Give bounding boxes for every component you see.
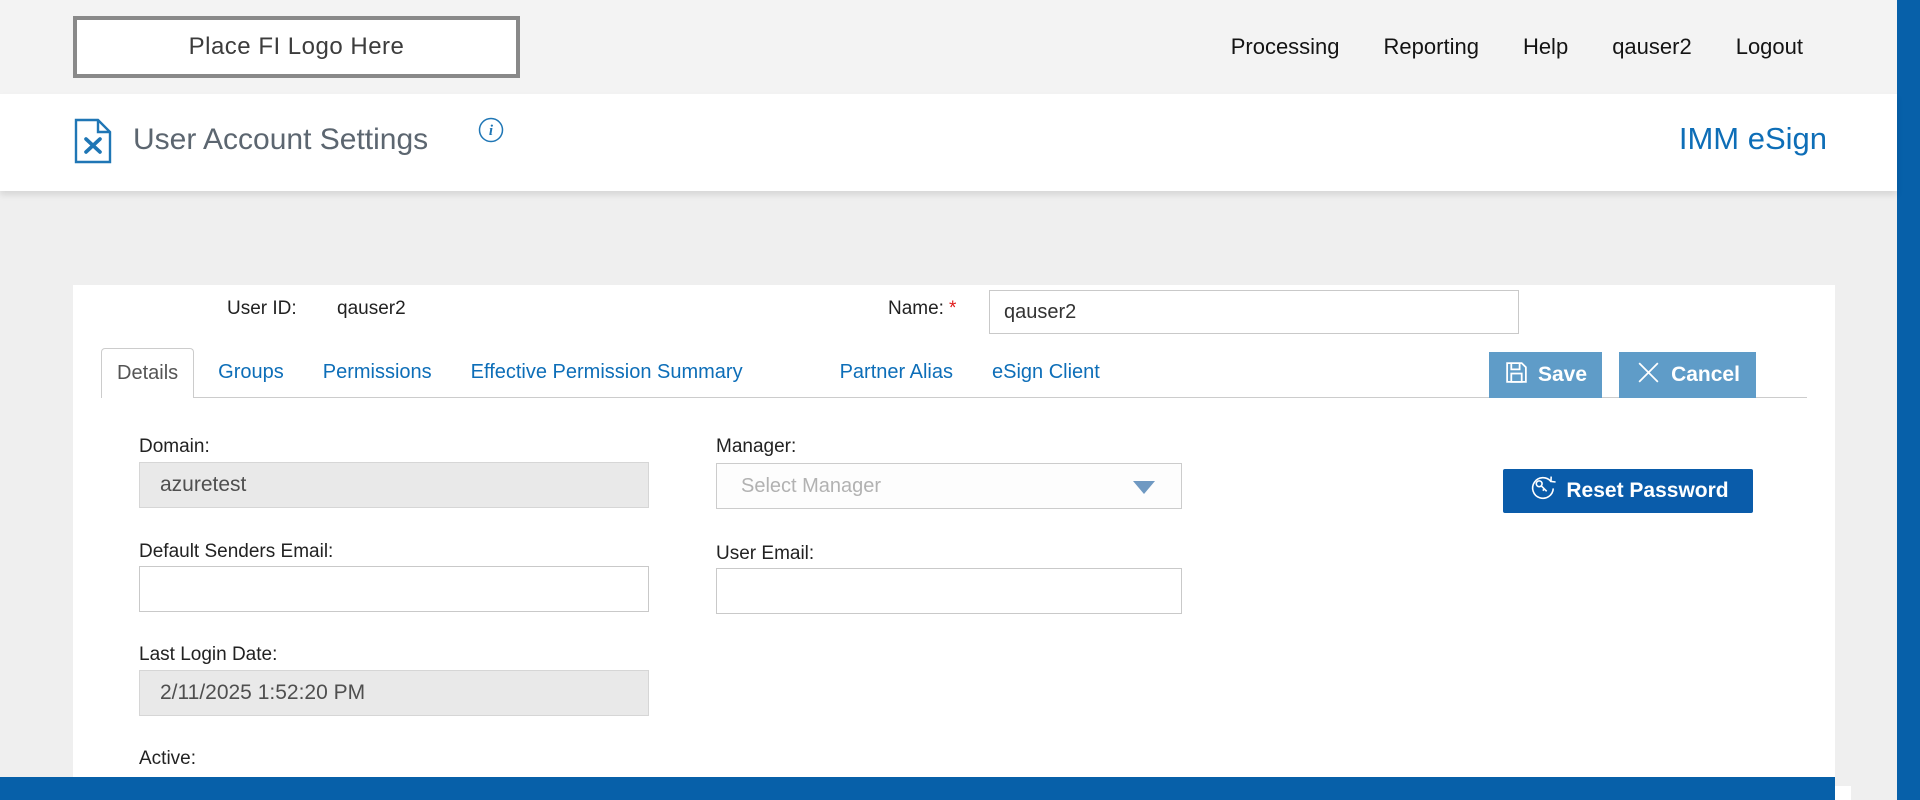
active-label: Active: [139,748,197,769]
last-login-date-label: Last Login Date: [139,644,278,665]
tab-groups[interactable]: Groups [203,348,299,397]
save-button[interactable]: Save [1489,352,1602,398]
required-asterisk: * [948,298,957,319]
user-email-label: User Email: [716,543,815,564]
manager-select[interactable]: Select Manager [716,463,1182,509]
tab-partner-alias[interactable]: Partner Alias [825,348,968,397]
nav-processing[interactable]: Processing [1231,34,1340,60]
document-tools-icon [73,116,113,171]
svg-text:i: i [489,123,494,139]
save-button-label: Save [1537,363,1588,386]
default-senders-email-label: Default Senders Email: [139,541,334,562]
footer-bar [0,777,1835,800]
default-senders-email-input[interactable] [139,566,649,612]
main-content: User ID: qauser2 Name:* Details Groups P… [0,191,1897,800]
fi-logo-placeholder: Place FI Logo Here [73,16,520,78]
imm-esign-logo: IMM eSign [1678,121,1827,156]
nav-help[interactable]: Help [1523,34,1568,60]
user-id-label: User ID: [227,298,297,319]
scrollbar-corner [1835,786,1851,800]
manager-label: Manager: [716,436,797,457]
cancel-button[interactable]: Cancel [1619,352,1756,398]
nav-username[interactable]: qauser2 [1612,34,1692,60]
name-input[interactable] [989,290,1519,334]
name-label: Name: * [888,298,957,319]
tab-permissions[interactable]: Permissions [308,348,447,397]
user-email-input[interactable] [716,568,1182,614]
manager-select-placeholder: Select Manager [741,475,882,497]
reset-password-button[interactable]: Reset Password [1503,469,1753,513]
settings-card: User ID: qauser2 Name:* Details Groups P… [73,285,1835,800]
cancel-x-icon [1635,359,1662,392]
nav-logout[interactable]: Logout [1736,34,1803,60]
reset-password-label: Reset Password [1566,479,1729,502]
last-login-date-input [139,670,649,716]
tab-details[interactable]: Details [101,348,195,398]
domain-input [139,462,649,508]
nav-reporting[interactable]: Reporting [1384,34,1479,60]
top-bar: Place FI Logo Here Processing Reporting … [0,0,1897,94]
reset-password-icon [1527,473,1557,509]
right-edge-strip [1897,0,1920,800]
domain-label: Domain: [139,436,210,457]
page-header: User Account Settings i IMM eSign [0,94,1897,191]
tab-esign-client[interactable]: eSign Client [977,348,1115,397]
user-account-settings-page: Place FI Logo Here Processing Reporting … [0,0,1920,800]
top-navigation: Processing Reporting Help qauser2 Logout [1231,0,1803,94]
page-title: User Account Settings [133,123,429,156]
save-icon [1504,360,1529,391]
cancel-button-label: Cancel [1671,363,1740,386]
chevron-down-icon [1133,481,1155,494]
info-icon[interactable]: i [477,116,505,149]
user-id-value: qauser2 [337,298,406,319]
fi-logo-text: Place FI Logo Here [188,33,405,60]
tab-effective-permission-summary[interactable]: Effective Permission Summary [456,348,758,397]
